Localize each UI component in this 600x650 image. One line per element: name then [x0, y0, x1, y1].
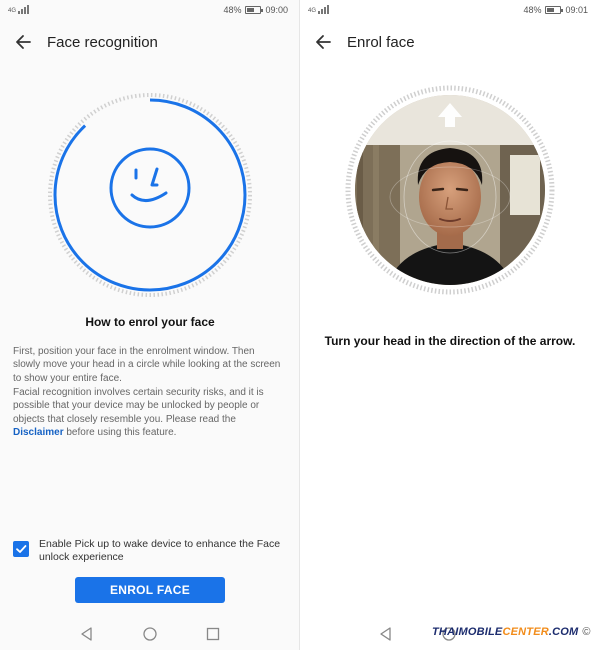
pickup-to-wake-option[interactable]: Enable Pick up to wake device to enhance… [13, 538, 293, 564]
section-heading: How to enrol your face [85, 315, 215, 329]
risk-notice-suffix: before using this feature. [63, 426, 177, 438]
battery-icon [545, 6, 564, 14]
back-button[interactable] [12, 31, 34, 53]
instructions-paragraph: First, position your face in the enrolme… [13, 346, 281, 384]
app-bar: Face recognition [0, 22, 300, 62]
smile-face-icon [109, 147, 191, 229]
risk-notice-text: Facial recognition involves certain secu… [13, 387, 264, 425]
signal-bars-icon [18, 5, 30, 14]
risk-notice-paragraph: Facial recognition involves certain secu… [13, 386, 283, 439]
watermark-symbol: © [582, 626, 591, 638]
status-right: 48% 09:01 [523, 5, 588, 15]
watermark-accent: CENTER [502, 626, 549, 638]
face-camera-preview [345, 85, 555, 295]
camera-viewfinder [345, 85, 555, 295]
signal-bars-icon [318, 5, 330, 14]
instruction-text: Turn your head in the direction of the a… [324, 334, 576, 348]
check-icon [16, 545, 27, 553]
page-title: Face recognition [47, 33, 158, 51]
enrol-face-button[interactable]: ENROL FACE [75, 577, 225, 603]
watermark-suffix: .COM [548, 626, 579, 638]
enrol-face-screen: 4G 48% 09:01 Enrol face Turn your head i… [300, 0, 600, 650]
signal-indicator: 4G [308, 5, 330, 14]
watermark-main: THAIMOBILE [432, 626, 503, 638]
battery-percent: 48% [223, 5, 242, 15]
page-title: Enrol face [347, 33, 415, 51]
battery-percent: 48% [523, 5, 542, 15]
clock: 09:01 [565, 5, 588, 15]
face-recognition-screen: 4G 48% 09:00 Face recognition How to enr… [0, 0, 300, 650]
clock: 09:00 [265, 5, 288, 15]
app-bar: Enrol face [300, 22, 600, 62]
navigation-bar [0, 620, 300, 650]
nav-back-icon[interactable] [79, 626, 95, 642]
network-type: 4G [308, 8, 317, 14]
signal-indicator: 4G [8, 5, 30, 14]
status-right: 48% 09:00 [223, 5, 288, 15]
status-bar: 4G 48% 09:01 [300, 0, 600, 22]
pickup-to-wake-checkbox[interactable] [13, 541, 29, 557]
back-arrow-icon [316, 35, 331, 49]
status-bar: 4G 48% 09:00 [0, 0, 300, 22]
nav-home-icon[interactable] [142, 626, 158, 642]
back-arrow-icon [16, 35, 31, 49]
back-button[interactable] [312, 31, 334, 53]
watermark: THAIMOBILECENTER.COM © [432, 626, 591, 638]
pickup-to-wake-label: Enable Pick up to wake device to enhance… [39, 538, 281, 563]
battery-icon [245, 6, 264, 14]
nav-recents-icon[interactable] [205, 626, 221, 642]
network-type: 4G [8, 8, 17, 14]
nav-back-icon[interactable] [378, 626, 394, 642]
disclaimer-link[interactable]: Disclaimer [13, 427, 64, 438]
